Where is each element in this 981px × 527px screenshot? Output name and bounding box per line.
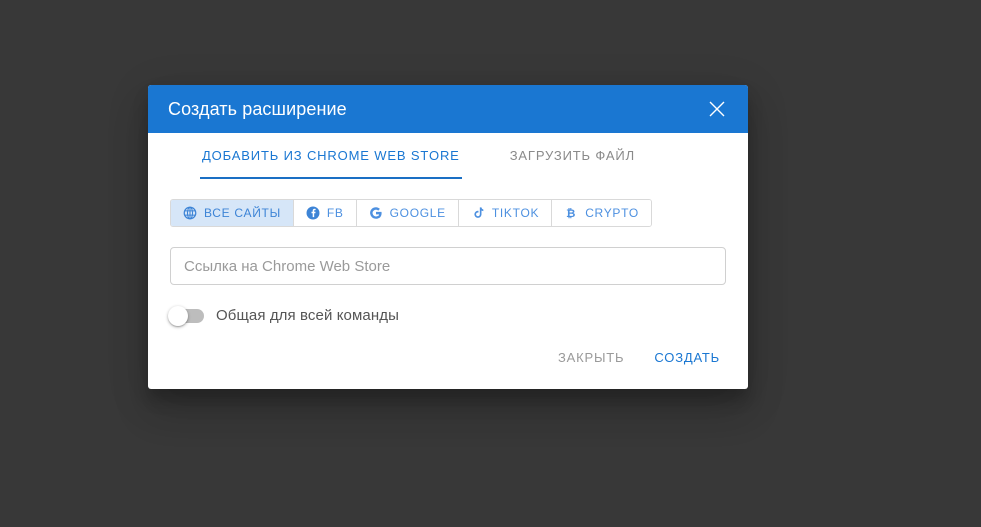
- filter-chip-label: FB: [326, 206, 344, 220]
- filter-chip-label: CRYPTO: [585, 206, 639, 220]
- globe-icon: [183, 206, 197, 220]
- share-with-team-label: Общая для всей команды: [216, 307, 399, 324]
- svg-text:₿: ₿: [566, 208, 576, 220]
- filter-chip-label: GOOGLE: [389, 206, 446, 220]
- filter-chip-google[interactable]: GOOGLE: [356, 200, 459, 226]
- tab-label: ЗАГРУЗИТЬ ФАЙЛ: [509, 147, 635, 163]
- tab-label: ДОБАВИТЬ ИЗ CHROME WEB STORE: [202, 147, 460, 163]
- filter-chip-fb[interactable]: FB: [293, 200, 357, 226]
- create-extension-dialog: Создать расширение ДОБАВИТЬ ИЗ CHROME WE…: [148, 85, 748, 389]
- create-button[interactable]: СОЗДАТЬ: [644, 342, 730, 373]
- close-icon[interactable]: [700, 92, 734, 126]
- dialog-body: ВСЕ САЙТЫ FB GOOGLE TIKTOK ₿ CRYPTO Ссыл…: [148, 177, 748, 326]
- facebook-icon: [306, 206, 320, 220]
- tab-bar: ДОБАВИТЬ ИЗ CHROME WEB STORE ЗАГРУЗИТЬ Ф…: [148, 133, 748, 179]
- tiktok-icon: [471, 206, 485, 220]
- dialog-title: Создать расширение: [168, 99, 347, 119]
- close-button[interactable]: ЗАКРЫТЬ: [548, 342, 634, 373]
- bitcoin-icon: ₿: [564, 206, 578, 220]
- filter-chip-label: ВСЕ САЙТЫ: [204, 206, 281, 220]
- tab-add-from-chrome-web-store[interactable]: ДОБАВИТЬ ИЗ CHROME WEB STORE: [200, 133, 462, 179]
- chrome-web-store-url-input[interactable]: [170, 247, 726, 285]
- dialog-footer: ЗАКРЫТЬ СОЗДАТЬ: [148, 324, 748, 389]
- filter-chip-tiktok[interactable]: TIKTOK: [458, 200, 553, 226]
- dialog-header: Создать расширение: [148, 85, 748, 133]
- filter-chip-all-sites[interactable]: ВСЕ САЙТЫ: [171, 200, 294, 226]
- share-with-team-row: Общая для всей команды: [168, 305, 726, 326]
- filter-chip-label: TIKTOK: [491, 206, 540, 220]
- filter-chip-crypto[interactable]: ₿ CRYPTO: [552, 200, 651, 226]
- toggle-knob: [168, 305, 188, 326]
- google-icon: [369, 206, 383, 220]
- site-filter-group: ВСЕ САЙТЫ FB GOOGLE TIKTOK ₿ CRYPTO: [170, 199, 652, 227]
- share-with-team-toggle[interactable]: [168, 305, 204, 326]
- tab-upload-file[interactable]: ЗАГРУЗИТЬ ФАЙЛ: [508, 133, 637, 177]
